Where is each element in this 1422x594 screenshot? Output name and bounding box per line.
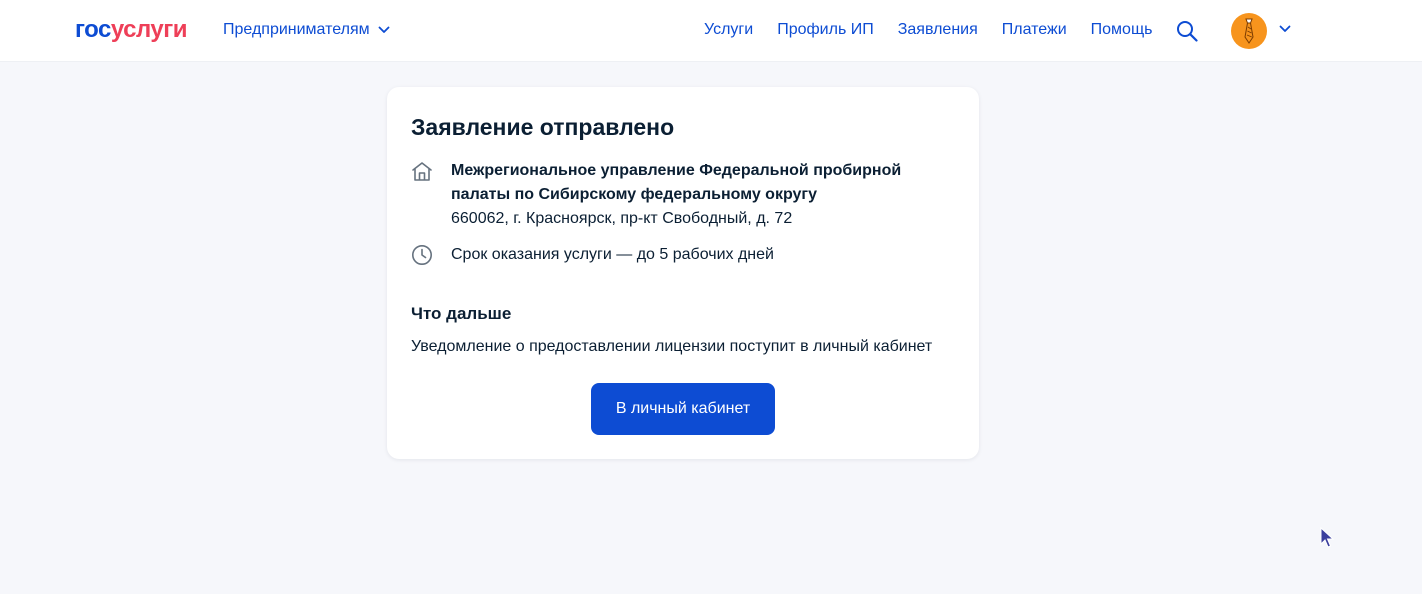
chevron-down-icon [378, 26, 390, 33]
segment-selector[interactable]: Предпринимателям [223, 20, 390, 40]
nav-link-ip-profile[interactable]: Профиль ИП [777, 20, 874, 40]
segment-label: Предпринимателям [223, 21, 370, 38]
site-header: госуслуги Предпринимателям Услуги Профил… [0, 0, 1422, 62]
organization-name: Межрегиональное управление Федеральной п… [451, 162, 902, 203]
application-sent-card: Заявление отправлено Межрегиональное упр… [387, 87, 979, 459]
building-icon [412, 162, 432, 181]
nav-link-applications[interactable]: Заявления [898, 20, 978, 40]
go-to-cabinet-button[interactable]: В личный кабинет [591, 383, 775, 435]
avatar[interactable] [1231, 13, 1267, 49]
nav-link-payments[interactable]: Платежи [1002, 20, 1067, 40]
clock-icon [412, 245, 432, 265]
service-term: Срок оказания услуги — до 5 рабочих дней [451, 246, 774, 263]
main-nav: Услуги Профиль ИП Заявления Платежи Помо… [704, 20, 1176, 40]
nav-link-services[interactable]: Услуги [704, 20, 753, 40]
page-title: Заявление отправлено [411, 114, 675, 140]
mouse-cursor-icon [1320, 527, 1334, 548]
logo-part-gos: гос [75, 16, 111, 43]
next-steps-text: Уведомление о предоставлении лицензии по… [411, 338, 933, 355]
nav-link-help[interactable]: Помощь [1091, 20, 1153, 40]
logo-part-uslugi: услуги [110, 16, 188, 43]
gosuslugi-logo[interactable]: госуслуги [75, 16, 188, 44]
search-icon[interactable] [1176, 20, 1198, 42]
organization-address: 660062, г. Красноярск, пр-кт Свободный, … [451, 210, 793, 227]
tie-icon [1244, 18, 1254, 44]
profile-menu-chevron-icon[interactable] [1279, 25, 1291, 33]
next-steps-title: Что дальше [411, 304, 512, 323]
